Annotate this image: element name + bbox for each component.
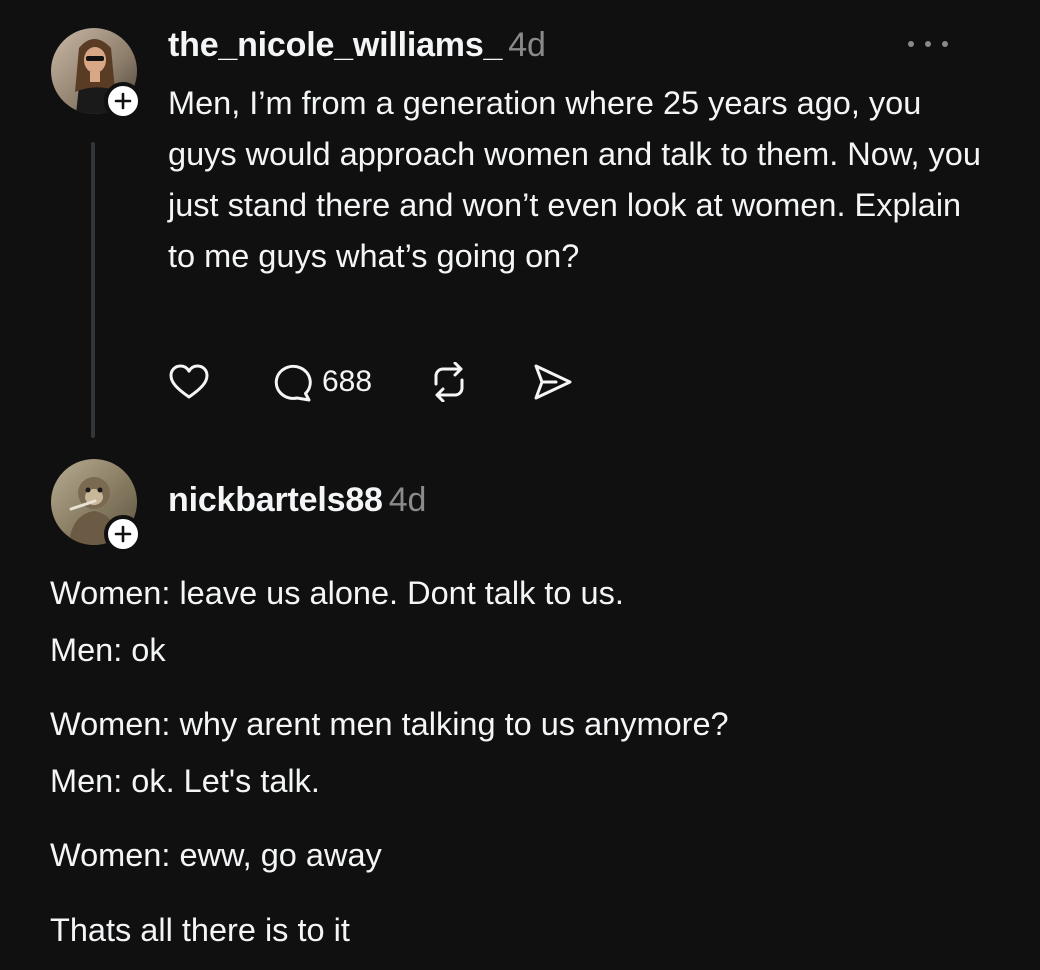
more-options-icon[interactable] [908, 34, 948, 54]
plus-icon [114, 525, 132, 543]
post-timestamp: 4d [508, 26, 546, 64]
reply-line: Women: leave us alone. Dont talk to us. [50, 575, 624, 611]
reply-line: Men: ok [50, 632, 166, 668]
reply-line: Thats all there is to it [50, 912, 350, 948]
reply-line: Women: eww, go away [50, 837, 382, 873]
send-icon [534, 364, 572, 400]
plus-icon [114, 92, 132, 110]
reply-count: 688 [322, 365, 373, 398]
post-author-username[interactable]: the_nicole_williams_ [168, 26, 502, 64]
repost-icon [434, 362, 464, 402]
comment-icon [274, 364, 312, 402]
heart-icon [169, 364, 209, 399]
thread-connector-line [91, 142, 95, 438]
follow-reply-author-button[interactable] [104, 515, 142, 553]
reply-author-line: nickbartels88 4d [168, 481, 426, 520]
follow-author-button[interactable] [104, 82, 142, 120]
comment-button[interactable]: 688 [272, 361, 372, 403]
like-button[interactable] [168, 363, 210, 401]
share-button[interactable] [532, 362, 574, 402]
post-body: Men, I’m from a generation where 25 year… [168, 85, 981, 274]
reply-line: Men: ok. Let's talk. [50, 763, 320, 799]
reply-author-username[interactable]: nickbartels88 [168, 481, 383, 519]
post-actions-bar: 688 [168, 360, 574, 404]
repost-button[interactable] [428, 362, 470, 402]
reply-line: Women: why arent men talking to us anymo… [50, 706, 729, 742]
post-author-line: the_nicole_williams_ 4d [168, 26, 546, 65]
reply-timestamp: 4d [388, 481, 427, 519]
